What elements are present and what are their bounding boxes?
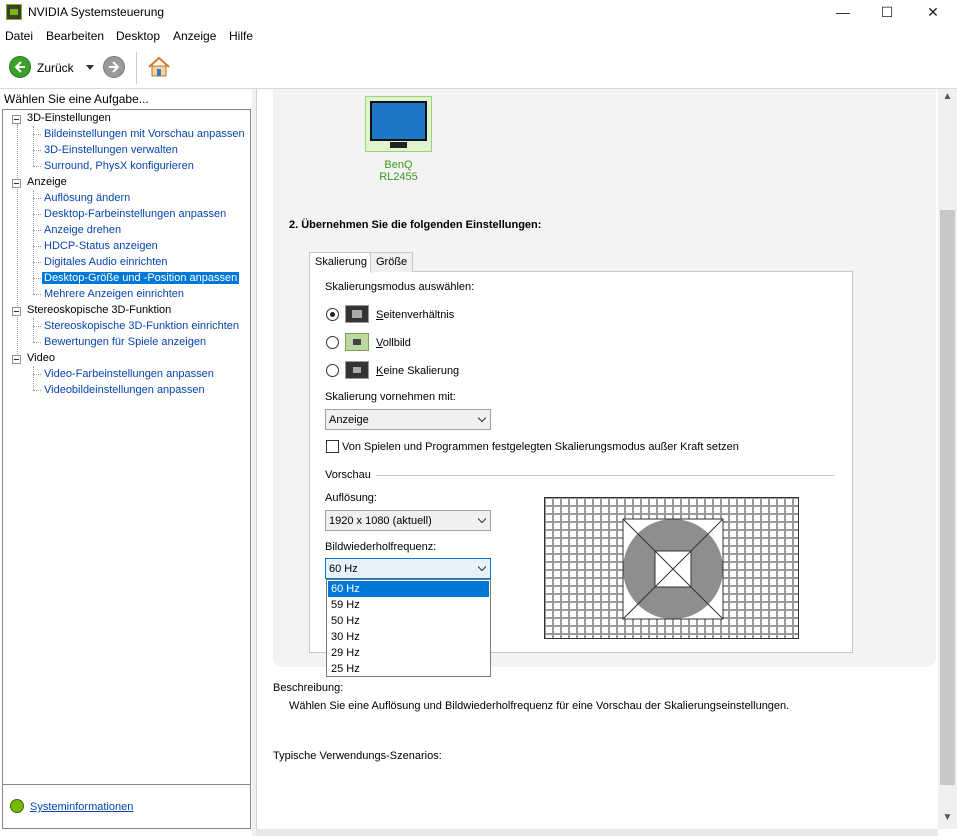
- label-seitenverhaeltnis[interactable]: Seitenverhältnis: [376, 309, 454, 321]
- tree-group-video[interactable]: Video: [27, 352, 55, 364]
- preview-divider: [376, 475, 834, 476]
- tree-item-hdcp[interactable]: HDCP-Status anzeigen: [44, 240, 158, 252]
- monitor-icon: [370, 101, 427, 141]
- resolution-select[interactable]: 1920 x 1080 (aktuell): [325, 510, 491, 531]
- tree-item-3d-verwalten[interactable]: 3D-Einstellungen verwalten: [44, 144, 178, 156]
- monitor-label[interactable]: BenQ RL2455: [365, 159, 432, 183]
- expander-stereo-icon[interactable]: [12, 307, 21, 316]
- scroll-up-icon[interactable]: ▲: [938, 91, 957, 105]
- tree-item-desktop-groesse-selected[interactable]: Desktop-Größe und -Position anpassen: [42, 272, 240, 284]
- chevron-down-icon: [477, 514, 487, 524]
- tree-group-3d[interactable]: 3D-Einstellungen: [27, 112, 111, 124]
- minimize-button[interactable]: —: [820, 0, 866, 24]
- description-text: Wählen Sie eine Auflösung und Bildwieder…: [289, 700, 790, 712]
- step2-heading: 2. Übernehmen Sie die folgenden Einstell…: [289, 219, 542, 231]
- radio-seitenverhaeltnis[interactable]: [326, 308, 339, 321]
- scaling-mode-label: Skalierungsmodus auswählen:: [325, 281, 475, 293]
- refresh-option-50[interactable]: 50 Hz: [328, 613, 489, 629]
- expander-3d-icon[interactable]: [12, 115, 21, 124]
- nvidia-app-icon: [6, 4, 22, 20]
- description-label: Beschreibung:: [273, 682, 344, 694]
- label-vollbild[interactable]: Vollbild: [376, 337, 411, 349]
- usage-label: Typische Verwendungs-Szenarios:: [273, 750, 442, 762]
- tree-item-drehen[interactable]: Anzeige drehen: [44, 224, 121, 236]
- tree-item-audio[interactable]: Digitales Audio einrichten: [44, 256, 168, 268]
- refresh-option-60[interactable]: 60 Hz: [328, 581, 489, 597]
- refresh-option-25[interactable]: 25 Hz: [328, 661, 489, 677]
- tree-item-aufloesung[interactable]: Auflösung ändern: [44, 192, 130, 204]
- close-button[interactable]: ✕: [910, 0, 956, 24]
- tree-item-bildeinstellungen[interactable]: Bildeinstellungen mit Vorschau anpassen: [44, 128, 245, 140]
- aspect-ratio-icon: [345, 305, 369, 323]
- tree-item-bewertungen[interactable]: Bewertungen für Spiele anzeigen: [44, 336, 206, 348]
- radio-keine-skalierung[interactable]: [326, 364, 339, 377]
- tree-item-mehrere-anzeigen[interactable]: Mehrere Anzeigen einrichten: [44, 288, 184, 300]
- scroll-down-icon[interactable]: ▼: [938, 812, 957, 826]
- horizontal-scrollbar[interactable]: [256, 829, 938, 836]
- override-checkbox[interactable]: [326, 440, 339, 453]
- home-icon[interactable]: [147, 55, 171, 79]
- tree-item-video-farb[interactable]: Video-Farbeinstellungen anpassen: [44, 368, 214, 380]
- refresh-option-29[interactable]: 29 Hz: [328, 645, 489, 661]
- tree-group-stereo[interactable]: Stereoskopische 3D-Funktion: [27, 304, 171, 316]
- tree-group-anzeige[interactable]: Anzeige: [27, 176, 67, 188]
- sysinfo-link[interactable]: Systeminformationen: [30, 801, 133, 813]
- refresh-label: Bildwiederholfrequenz:: [325, 541, 437, 553]
- label-keine-skalierung[interactable]: Keine Skalierung: [376, 365, 459, 377]
- nvidia-info-icon: [10, 799, 24, 813]
- task-tree: 3D-Einstellungen Bildeinstellungen mit V…: [2, 109, 251, 785]
- perform-select[interactable]: Anzeige: [325, 409, 491, 430]
- resolution-select-value: 1920 x 1080 (aktuell): [329, 515, 432, 527]
- monitor-stand-icon: [390, 142, 407, 148]
- no-scaling-icon: [345, 361, 369, 379]
- perform-select-value: Anzeige: [329, 414, 369, 426]
- toolbar: [0, 46, 957, 89]
- refresh-select[interactable]: 60 Hz: [325, 558, 491, 579]
- menu-bearbeiten[interactable]: Bearbeiten: [46, 29, 104, 43]
- menu-desktop[interactable]: Desktop: [116, 29, 160, 43]
- toolbar-separator: [136, 52, 137, 84]
- tree-item-stereo-einrichten[interactable]: Stereoskopische 3D-Funktion einrichten: [44, 320, 239, 332]
- menu-datei[interactable]: Datei: [5, 29, 33, 43]
- scaling-preview-image: [544, 497, 799, 639]
- menu-anzeige[interactable]: Anzeige: [173, 29, 216, 43]
- expander-video-icon[interactable]: [12, 355, 21, 364]
- preview-label: Vorschau: [325, 469, 371, 481]
- expander-anzeige-icon[interactable]: [12, 179, 21, 188]
- tree-item-farbeinstellungen[interactable]: Desktop-Farbeinstellungen anpassen: [44, 208, 226, 220]
- refresh-dropdown-list: 60 Hz 59 Hz 50 Hz 30 Hz 29 Hz 25 Hz: [326, 579, 491, 677]
- perform-label: Skalierung vornehmen mit:: [325, 391, 456, 403]
- history-dropdown-icon[interactable]: [86, 65, 94, 70]
- tab-skalierung[interactable]: Skalierung: [309, 252, 373, 273]
- override-label[interactable]: Von Spielen und Programmen festgelegten …: [342, 441, 739, 453]
- resolution-label: Auflösung:: [325, 492, 377, 504]
- tree-item-videobild[interactable]: Videobildeinstellungen anpassen: [44, 384, 205, 396]
- chevron-down-icon: [477, 562, 487, 572]
- task-header: Wählen Sie eine Aufgabe...: [4, 92, 149, 106]
- back-button-label[interactable]: Zurück: [37, 61, 74, 75]
- refresh-option-30[interactable]: 30 Hz: [328, 629, 489, 645]
- refresh-option-59[interactable]: 59 Hz: [328, 597, 489, 613]
- menu-hilfe[interactable]: Hilfe: [229, 29, 253, 43]
- forward-arrow-icon[interactable]: [103, 56, 125, 78]
- maximize-button[interactable]: ☐: [864, 0, 910, 24]
- chevron-down-icon: [477, 413, 487, 423]
- refresh-select-value: 60 Hz: [329, 563, 358, 575]
- back-arrow-icon[interactable]: [9, 56, 31, 78]
- fullscreen-icon: [345, 333, 369, 351]
- scrollbar-thumb[interactable]: [940, 210, 955, 785]
- radio-vollbild[interactable]: [326, 336, 339, 349]
- window-title: NVIDIA Systemsteuerung: [28, 5, 165, 19]
- tree-item-surround[interactable]: Surround, PhysX konfigurieren: [44, 160, 194, 172]
- tab-groesse[interactable]: Größe: [370, 252, 414, 272]
